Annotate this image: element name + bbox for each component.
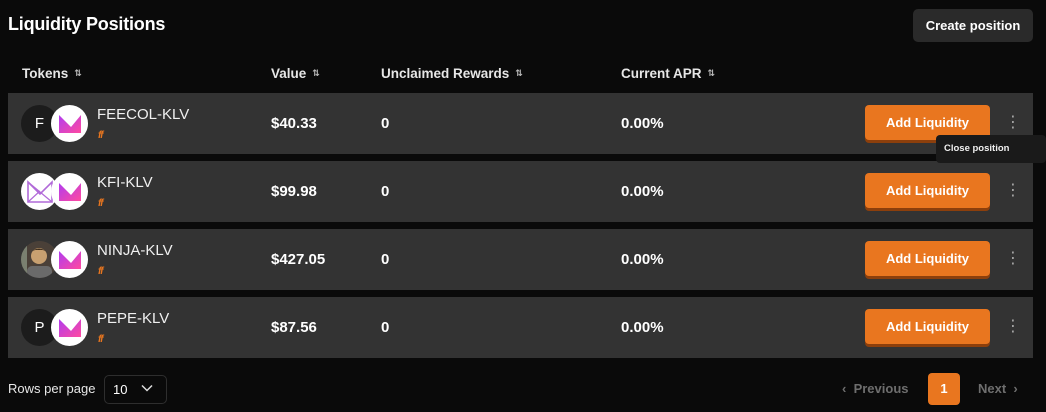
klv-logo-icon: [51, 105, 88, 142]
position-value: $99.98: [271, 183, 317, 200]
pool-tag: ff: [98, 198, 104, 209]
chevron-left-icon: ‹: [842, 381, 847, 396]
sort-icon: ⇅: [707, 68, 716, 78]
pool-tag: ff: [98, 334, 104, 345]
column-header-apr[interactable]: Current APR ⇅: [621, 66, 715, 81]
klv-logo-icon: [51, 309, 88, 346]
previous-page-button[interactable]: ‹ Previous: [842, 381, 909, 396]
current-apr: 0.00%: [621, 183, 664, 200]
column-header-tokens[interactable]: Tokens ⇅: [22, 66, 82, 81]
kebab-menu-icon[interactable]: ⋮: [1005, 113, 1021, 133]
add-liquidity-button[interactable]: Add Liquidity: [865, 241, 990, 276]
column-header-tokens-label: Tokens: [22, 66, 69, 81]
pair-name: FEECOL-KLV: [97, 106, 190, 123]
close-position-tooltip[interactable]: Close position: [936, 135, 1046, 163]
sort-icon: ⇅: [74, 68, 82, 78]
pair-name: PEPE-KLV: [97, 310, 170, 327]
page-title: Liquidity Positions: [8, 14, 166, 34]
sort-icon: ⇅: [312, 68, 320, 78]
klv-logo-icon: [51, 173, 88, 210]
chevron-down-icon: [141, 384, 153, 392]
column-header-apr-label: Current APR: [621, 66, 702, 81]
token-avatar-letter: P: [34, 319, 45, 336]
table-row: KFI-KLV ff $99.98 0 0.00% Add Liquidity …: [8, 161, 1033, 222]
column-header-rewards-label: Unclaimed Rewards: [381, 66, 510, 81]
pair-name: NINJA-KLV: [97, 242, 173, 259]
column-header-rewards[interactable]: Unclaimed Rewards ⇅: [381, 66, 523, 81]
rows-per-page-select[interactable]: 10: [104, 375, 167, 404]
position-value: $40.33: [271, 115, 317, 132]
kebab-menu-icon[interactable]: ⋮: [1005, 317, 1021, 337]
kebab-menu-icon[interactable]: ⋮: [1005, 249, 1021, 269]
tooltip-label: Close position: [944, 143, 1010, 154]
current-apr: 0.00%: [621, 319, 664, 336]
pool-tag: ff: [98, 130, 104, 141]
unclaimed-rewards: 0: [381, 183, 390, 200]
current-apr: 0.00%: [621, 251, 664, 268]
kebab-menu-icon[interactable]: ⋮: [1005, 181, 1021, 201]
add-liquidity-button[interactable]: Add Liquidity: [865, 309, 990, 344]
unclaimed-rewards: 0: [381, 115, 390, 132]
column-header-value-label: Value: [271, 66, 307, 81]
current-apr: 0.00%: [621, 115, 664, 132]
unclaimed-rewards: 0: [381, 319, 390, 336]
sort-icon: ⇅: [515, 68, 523, 78]
rows-per-page-label: Rows per page: [8, 381, 96, 396]
position-value: $87.56: [271, 319, 317, 336]
chevron-right-icon: ›: [1013, 381, 1018, 396]
pool-tag: ff: [98, 266, 104, 277]
token-avatar-letter: F: [34, 115, 45, 132]
current-page-button[interactable]: 1: [928, 373, 960, 405]
position-value: $427.05: [271, 251, 326, 268]
unclaimed-rewards: 0: [381, 251, 390, 268]
pair-name: KFI-KLV: [97, 174, 153, 191]
add-liquidity-button[interactable]: Add Liquidity: [865, 173, 990, 208]
create-position-button[interactable]: Create position: [913, 9, 1033, 42]
klv-logo-icon: [51, 241, 88, 278]
table-row: F FEECOL-KLV ff $40.33 0 0.00% Add Liqui…: [8, 93, 1033, 154]
next-label: Next: [978, 381, 1007, 396]
next-page-button[interactable]: Next ›: [978, 381, 1018, 396]
column-header-value[interactable]: Value ⇅: [271, 66, 320, 81]
previous-label: Previous: [853, 381, 909, 396]
table-row: NINJA-KLV ff $427.05 0 0.00% Add Liquidi…: [8, 229, 1033, 290]
rows-per-page-value: 10: [113, 382, 128, 397]
table-row: P PEPE-KLV ff $87.56 0 0.00% Add Liquidi…: [8, 297, 1033, 358]
